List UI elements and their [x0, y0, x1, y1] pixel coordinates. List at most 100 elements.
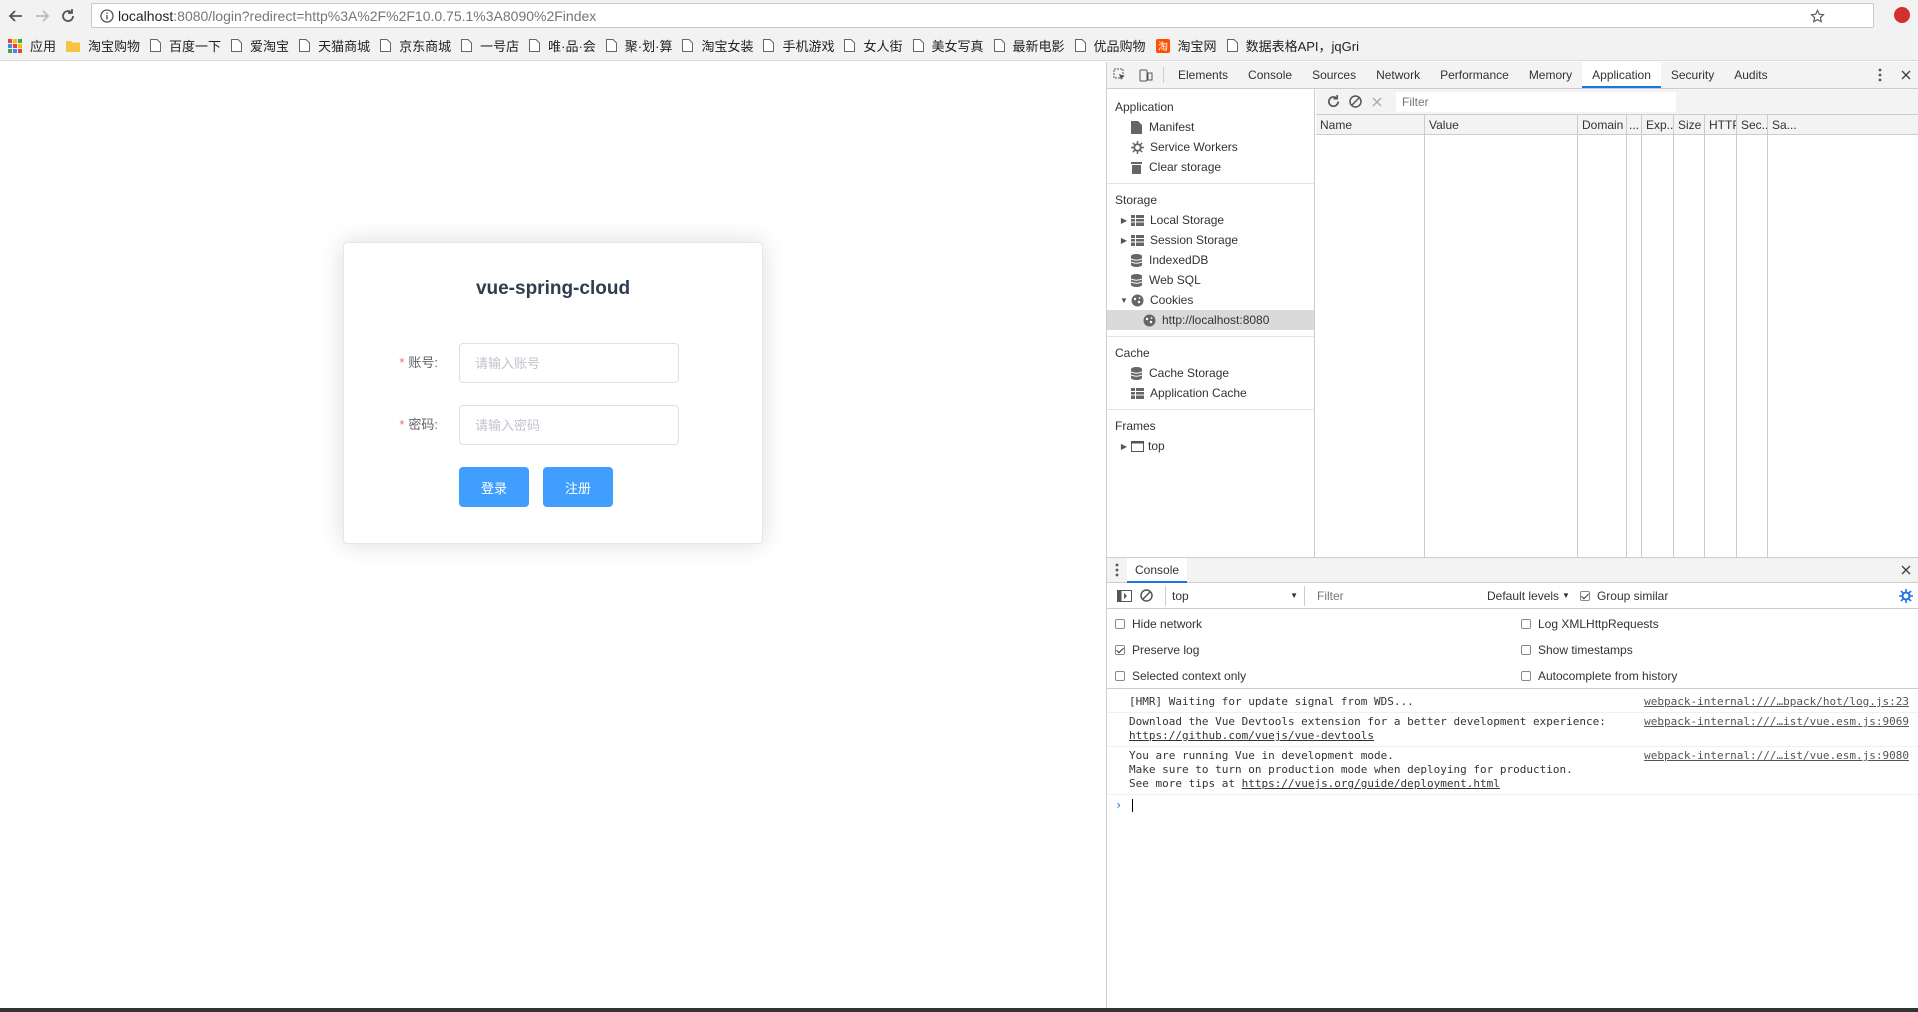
column-header[interactable]: Sec...	[1737, 115, 1768, 134]
close-icon[interactable]	[1893, 62, 1918, 88]
levels-dropdown[interactable]: Default levels ▼	[1487, 589, 1570, 603]
bookmark-item[interactable]: 淘淘宝网	[1155, 36, 1217, 55]
autocomplete-history-checkbox[interactable]: Autocomplete from history	[1521, 669, 1677, 683]
tab-console[interactable]: Console	[1238, 62, 1302, 88]
sidebar-item-frame-top[interactable]: ▶ top	[1107, 436, 1314, 456]
forward-button[interactable]	[30, 4, 54, 28]
checkbox-checked[interactable]	[1579, 590, 1590, 601]
clear-console-icon[interactable]	[1135, 583, 1157, 609]
tab-performance[interactable]: Performance	[1430, 62, 1519, 88]
settings-gear-icon[interactable]	[1893, 583, 1918, 609]
column-header[interactable]: Sa...	[1768, 115, 1918, 134]
close-drawer-icon[interactable]	[1893, 557, 1918, 583]
bookmark-item[interactable]: 百度一下	[150, 36, 221, 55]
sidebar-item-indexeddb[interactable]: IndexedDB	[1107, 250, 1314, 270]
log-xhr-checkbox[interactable]: Log XMLHttpRequests	[1521, 617, 1659, 631]
column-header[interactable]: HTTP	[1705, 115, 1737, 134]
checkbox[interactable]	[1521, 645, 1531, 655]
tab-sources[interactable]: Sources	[1302, 62, 1366, 88]
preserve-log-checkbox[interactable]: Preserve log	[1115, 643, 1199, 657]
bookmark-item[interactable]: 淘宝女装	[682, 36, 753, 55]
group-similar-checkbox[interactable]: Group similar	[1579, 589, 1668, 603]
bookmark-item[interactable]: 聚·划·算	[605, 36, 672, 55]
sidebar-item-cookie-origin[interactable]: http://localhost:8080	[1107, 310, 1314, 330]
sidebar-item-manifest[interactable]: Manifest	[1107, 117, 1314, 137]
column-header[interactable]: Exp...	[1642, 115, 1674, 134]
drawer-tab-console[interactable]: Console	[1127, 557, 1188, 583]
tab-network[interactable]: Network	[1366, 62, 1430, 88]
column-header[interactable]: ...	[1627, 115, 1642, 134]
message-source-link[interactable]: webpack-internal:///…bpack/hot/log.js:23	[1644, 695, 1909, 709]
account-input[interactable]	[459, 343, 679, 383]
clear-all-icon[interactable]	[1344, 89, 1366, 115]
tab-memory[interactable]: Memory	[1519, 62, 1582, 88]
bookmark-item[interactable]: 手机游戏	[763, 36, 834, 55]
column-header[interactable]: Domain	[1578, 115, 1627, 134]
delete-selected-icon[interactable]	[1366, 89, 1388, 115]
address-bar[interactable]: localhost:8080/login?redirect=http%3A%2F…	[91, 3, 1874, 28]
cookie-filter-input[interactable]	[1396, 91, 1676, 112]
expand-triangle-icon[interactable]: ▶	[1119, 216, 1129, 225]
bookmark-item[interactable]: 美女写真	[912, 36, 984, 55]
collapse-triangle-icon[interactable]: ▼	[1119, 296, 1129, 305]
console-filter-input[interactable]	[1311, 585, 1481, 606]
back-button[interactable]	[4, 4, 28, 28]
tab-elements[interactable]: Elements	[1168, 62, 1238, 88]
sidebar-toggle-icon[interactable]	[1113, 583, 1135, 609]
expand-triangle-icon[interactable]: ▶	[1119, 236, 1129, 245]
message-source-link[interactable]: webpack-internal:///…ist/vue.esm.js:9080	[1644, 749, 1909, 763]
sidebar-item-clear-storage[interactable]: Clear storage	[1107, 157, 1314, 177]
sidebar-item-local-storage[interactable]: ▶ Local Storage	[1107, 210, 1314, 230]
bookmark-item[interactable]: 女人街	[844, 36, 903, 55]
bookmark-item[interactable]: 京东商城	[380, 36, 451, 55]
checkbox[interactable]	[1115, 619, 1125, 629]
sidebar-item-service-workers[interactable]: Service Workers	[1107, 137, 1314, 157]
tab-application[interactable]: Application	[1582, 62, 1661, 88]
column-header[interactable]: Value	[1425, 115, 1578, 134]
context-selector[interactable]: top ▼	[1165, 585, 1305, 606]
bookmark-item[interactable]: 天猫商城	[299, 36, 370, 55]
checkbox-checked[interactable]	[1115, 645, 1125, 655]
message-source-link[interactable]: webpack-internal:///…ist/vue.esm.js:9069	[1644, 715, 1909, 729]
inspect-element-icon[interactable]	[1107, 62, 1133, 88]
sidebar-item-cookies[interactable]: ▼ Cookies	[1107, 290, 1314, 310]
sidebar-item-application-cache[interactable]: Application Cache	[1107, 383, 1314, 403]
bookmark-star-icon[interactable]	[1810, 9, 1825, 28]
bookmark-item[interactable]: 最新电影	[993, 36, 1065, 55]
login-button[interactable]: 登录	[459, 467, 529, 507]
sidebar-item-session-storage[interactable]: ▶ Session Storage	[1107, 230, 1314, 250]
selected-context-checkbox[interactable]: Selected context only	[1115, 669, 1246, 683]
show-timestamps-checkbox[interactable]: Show timestamps	[1521, 643, 1633, 657]
console-prompt[interactable]: ›	[1107, 795, 1918, 813]
bookmark-item[interactable]: 一号店	[461, 36, 519, 55]
refresh-icon[interactable]	[1322, 89, 1344, 115]
info-icon[interactable]	[96, 8, 118, 23]
sidebar-item-cache-storage[interactable]: Cache Storage	[1107, 363, 1314, 383]
drawer-menu-icon[interactable]	[1107, 557, 1127, 583]
sidebar-item-web-sql[interactable]: Web SQL	[1107, 270, 1314, 290]
device-toolbar-icon[interactable]	[1133, 62, 1159, 88]
column-header[interactable]: Name	[1316, 115, 1425, 134]
expand-triangle-icon[interactable]: ▶	[1119, 442, 1129, 451]
reload-button[interactable]	[56, 4, 80, 28]
extension-icon[interactable]	[1894, 7, 1910, 23]
bookmark-item[interactable]: 爱淘宝	[231, 36, 289, 55]
checkbox[interactable]	[1521, 671, 1531, 681]
column-header[interactable]: Size	[1674, 115, 1705, 134]
bookmark-item[interactable]: 数据表格API，jqGri	[1226, 36, 1359, 55]
checkbox[interactable]	[1115, 671, 1125, 681]
message-link[interactable]: https://github.com/vuejs/vue-devtools	[1129, 729, 1374, 742]
hide-network-checkbox[interactable]: Hide network	[1115, 617, 1202, 631]
more-vertical-icon[interactable]	[1867, 62, 1893, 88]
register-button[interactable]: 注册	[543, 467, 613, 507]
tab-security[interactable]: Security	[1661, 62, 1724, 88]
bookmark-label: 优品购物	[1093, 39, 1146, 54]
bookmark-apps[interactable]: 应用	[8, 36, 56, 55]
bookmark-item[interactable]: 唯·品·会	[529, 36, 596, 55]
tab-audits[interactable]: Audits	[1724, 62, 1777, 88]
bookmark-folder[interactable]: 淘宝购物	[66, 36, 140, 55]
bookmark-item[interactable]: 优品购物	[1074, 36, 1146, 55]
password-input[interactable]	[459, 405, 679, 445]
checkbox[interactable]	[1521, 619, 1531, 629]
message-link[interactable]: https://vuejs.org/guide/deployment.html	[1242, 777, 1500, 790]
